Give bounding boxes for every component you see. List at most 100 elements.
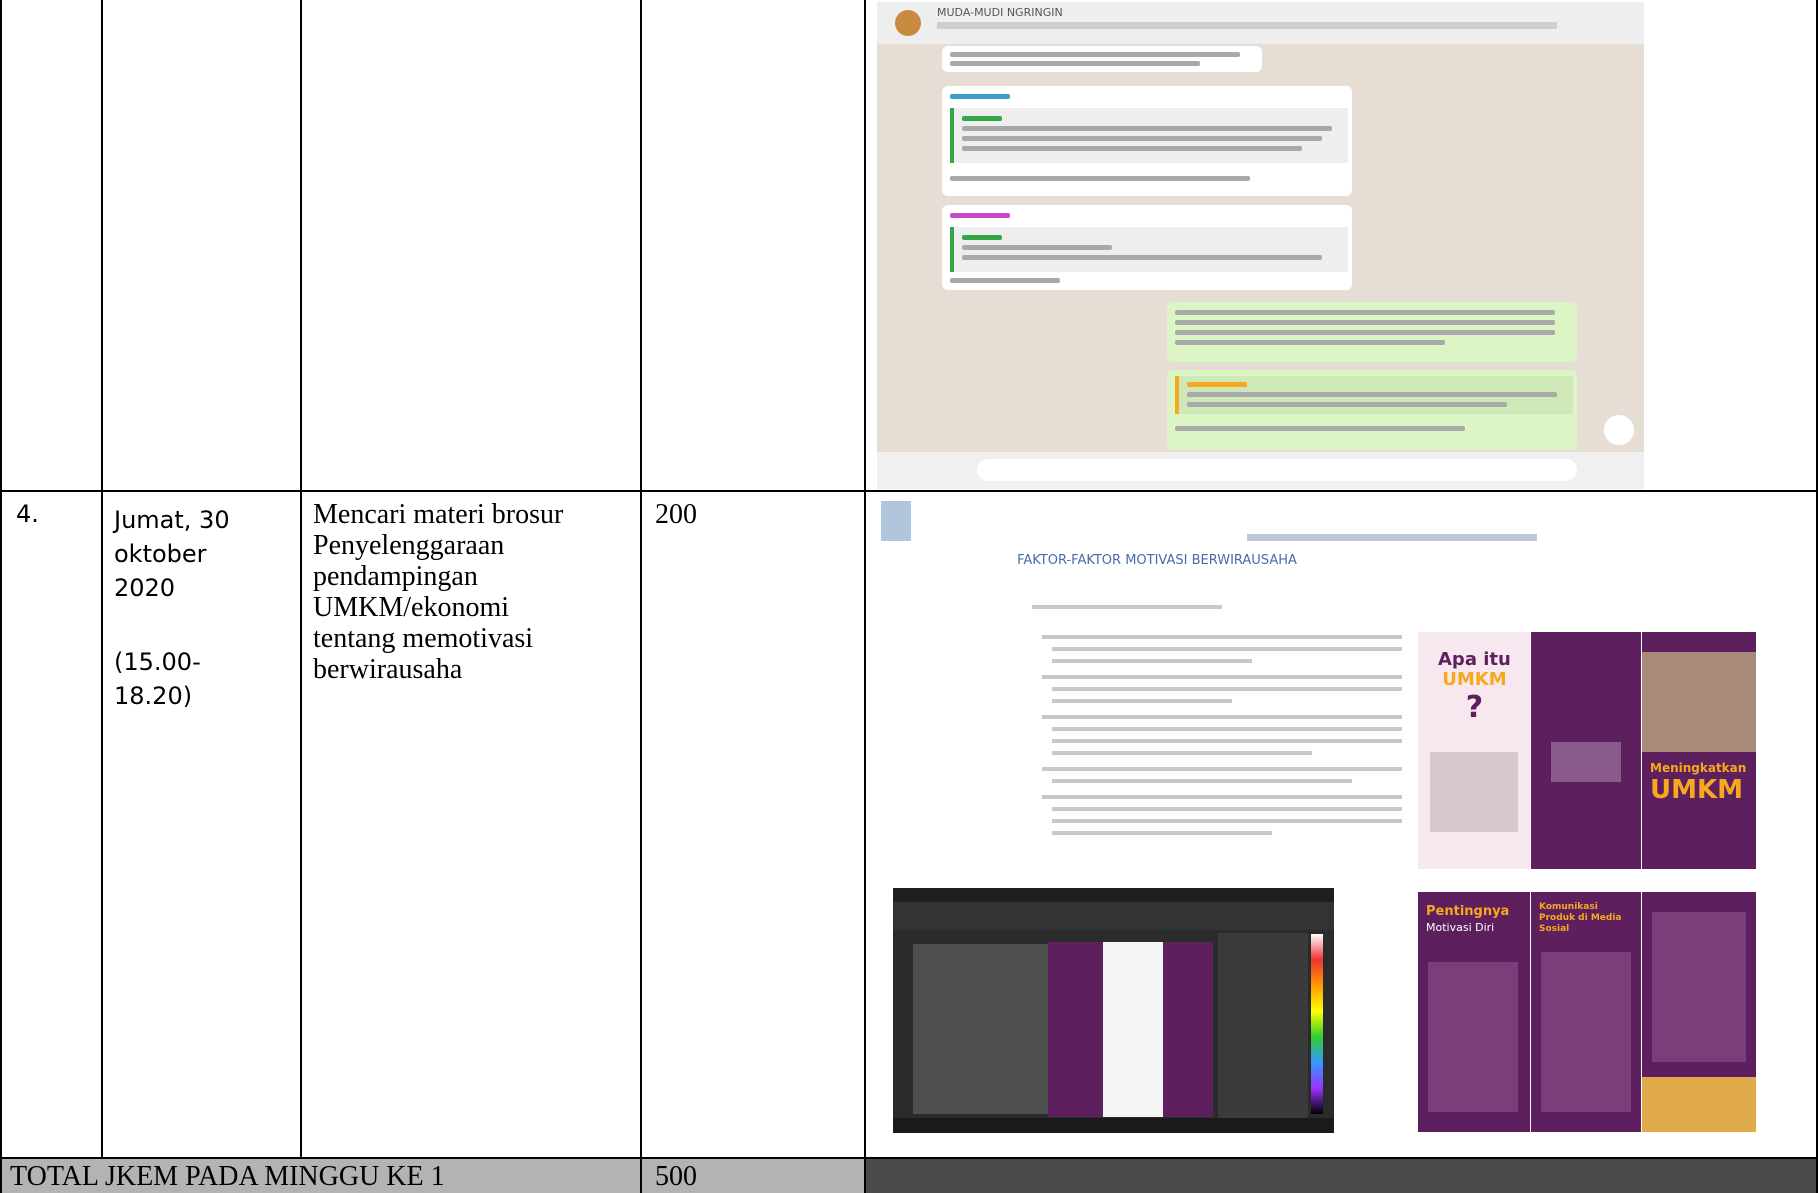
brochure-question-mark: ? bbox=[1465, 690, 1484, 725]
text-line bbox=[1175, 330, 1555, 335]
text-line bbox=[1430, 752, 1518, 832]
text-line bbox=[950, 278, 1060, 283]
activity-line: Penyelenggaraan bbox=[313, 530, 505, 561]
brochure-question: Apa itu UMKM ? bbox=[1438, 650, 1511, 726]
row-jkem: 200 bbox=[655, 499, 697, 530]
row-divider-total bbox=[0, 1157, 1818, 1159]
text-line bbox=[1052, 699, 1232, 703]
time-line: (15.00- bbox=[114, 648, 201, 676]
total-label: TOTAL JKEM PADA MINGGU KE 1 bbox=[10, 1161, 445, 1192]
brochure-panel-cover: Meningkatkan UMKM bbox=[1642, 632, 1756, 869]
quoted-message bbox=[1175, 376, 1573, 414]
quoted-message bbox=[950, 108, 1348, 163]
editor-toolbar bbox=[893, 902, 1334, 930]
text-line bbox=[1042, 675, 1402, 679]
text-line bbox=[1652, 912, 1746, 1062]
brochure-question-line: Apa itu bbox=[1438, 649, 1511, 670]
chat-bubble-outgoing bbox=[1167, 302, 1577, 362]
text-line bbox=[1541, 952, 1631, 1112]
chat-bubble bbox=[942, 205, 1352, 290]
activity-line: pendampingan bbox=[313, 561, 478, 592]
brochure-panel-pink: Apa itu UMKM ? bbox=[1418, 632, 1530, 869]
text-line bbox=[1052, 751, 1312, 755]
text-line bbox=[962, 235, 1002, 240]
chat-bubble bbox=[942, 86, 1352, 196]
text-line bbox=[1052, 687, 1402, 691]
editor-properties-panel bbox=[1218, 933, 1308, 1118]
row-activity: Mencari materi brosur Penyelenggaraan pe… bbox=[313, 499, 563, 685]
chat-bubble-outgoing bbox=[1167, 370, 1577, 450]
activity-line: berwirausaha bbox=[313, 654, 463, 685]
chat-input-bar bbox=[877, 452, 1644, 489]
text-line bbox=[950, 213, 1010, 218]
group-avatar bbox=[895, 10, 921, 36]
brochure-photos bbox=[1642, 1077, 1756, 1132]
site-navigation bbox=[1247, 534, 1537, 541]
brochure-inner-panel-2: Komunikasi Produk di Media Sosial bbox=[1531, 892, 1641, 1132]
text-line bbox=[950, 52, 1240, 57]
inner-title: Pentingnya Motivasi Diri bbox=[1426, 904, 1509, 936]
time-line: 18.20) bbox=[114, 682, 193, 710]
text-line bbox=[1187, 392, 1557, 397]
text-line bbox=[950, 176, 1250, 181]
chat-bubble bbox=[942, 46, 1262, 72]
brochure-question-line: UMKM bbox=[1442, 669, 1507, 690]
text-line bbox=[1187, 402, 1507, 407]
text-line bbox=[962, 126, 1332, 131]
text-line bbox=[1042, 715, 1402, 719]
brochure-panel-purple bbox=[1531, 632, 1641, 869]
activity-line: Mencari materi brosur bbox=[313, 499, 564, 530]
logbook-table: 4. Jumat, 30 oktober 2020 (15.00- 18.20)… bbox=[0, 0, 1818, 1193]
table-left-border bbox=[0, 0, 2, 1193]
site-logo bbox=[881, 501, 911, 541]
inner-subtitle: Komunikasi Produk di Media Sosial bbox=[1539, 902, 1622, 934]
text-line bbox=[1052, 647, 1402, 651]
row-divider-top bbox=[0, 490, 1818, 492]
column-divider-2 bbox=[300, 0, 302, 1158]
date-line: oktober bbox=[114, 540, 207, 568]
activity-line: tentang memotivasi bbox=[313, 623, 534, 654]
inner-title-line: Pentingnya bbox=[1426, 904, 1510, 919]
color-palette bbox=[1311, 934, 1323, 1114]
chat-title: MUDA-MUDI NGRINGIN bbox=[937, 6, 1063, 19]
text-line bbox=[1052, 727, 1402, 731]
text-line bbox=[1052, 807, 1402, 811]
row-number: 4. bbox=[16, 500, 39, 528]
chat-header: MUDA-MUDI NGRINGIN bbox=[877, 2, 1644, 44]
chat-members-line bbox=[937, 22, 1557, 29]
column-divider-4 bbox=[864, 0, 866, 1193]
quoted-message bbox=[950, 227, 1348, 272]
text-line bbox=[1042, 767, 1402, 771]
cover-title-line: UMKM bbox=[1650, 775, 1744, 805]
text-line bbox=[1175, 340, 1445, 345]
inner-title-line: Motivasi Diri bbox=[1426, 921, 1495, 934]
text-line bbox=[1052, 739, 1402, 743]
text-line bbox=[962, 255, 1322, 260]
text-line bbox=[1175, 426, 1465, 431]
text-line bbox=[950, 61, 1200, 66]
brochure-cover-title: Meningkatkan UMKM bbox=[1650, 757, 1746, 805]
text-line bbox=[1175, 320, 1555, 325]
text-line bbox=[1052, 659, 1252, 663]
chat-screenshot: MUDA-MUDI NGRINGIN bbox=[877, 2, 1644, 489]
design-editor-screenshot bbox=[893, 888, 1334, 1133]
text-line bbox=[962, 146, 1302, 151]
row-date: Jumat, 30 oktober 2020 (15.00- 18.20) bbox=[114, 503, 230, 713]
column-divider-3 bbox=[640, 0, 642, 1193]
text-line bbox=[1052, 779, 1352, 783]
message-input bbox=[977, 459, 1577, 481]
brochure-cover-photo bbox=[1642, 652, 1756, 752]
text-line bbox=[962, 245, 1112, 250]
total-evidence-background bbox=[866, 1159, 1818, 1193]
brochure-inner-panel-1: Pentingnya Motivasi Diri bbox=[1418, 892, 1530, 1132]
date-line: Jumat, 30 bbox=[114, 506, 230, 534]
editor-menubar bbox=[893, 888, 1334, 902]
text-line bbox=[1042, 795, 1402, 799]
editor-statusbar bbox=[893, 1118, 1334, 1133]
article-heading: FAKTOR-FAKTOR MOTIVASI BERWIRAUSAHA bbox=[1017, 553, 1297, 568]
text-line bbox=[1428, 962, 1518, 1112]
brochure-inner-panel-3 bbox=[1642, 892, 1756, 1132]
activity-line: UMKM/ekonomi bbox=[313, 592, 509, 623]
text-line bbox=[1551, 742, 1621, 782]
column-divider-1 bbox=[101, 0, 103, 1158]
